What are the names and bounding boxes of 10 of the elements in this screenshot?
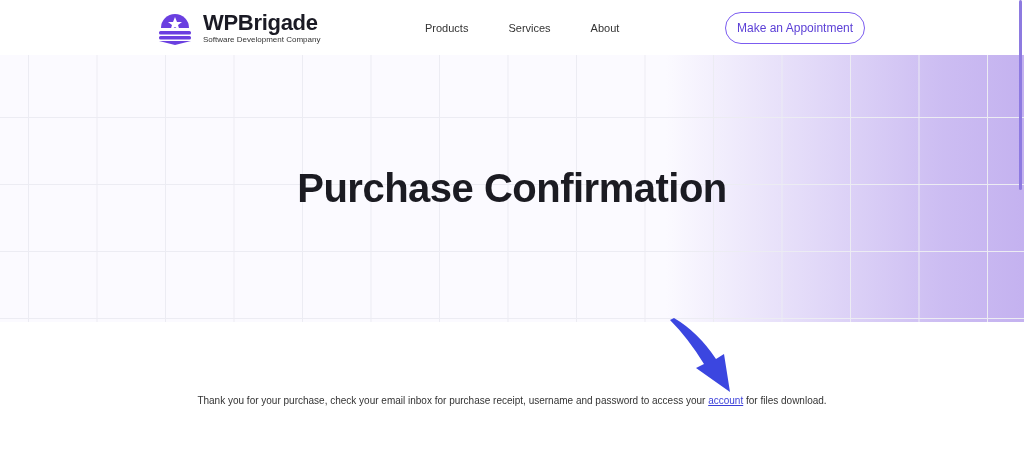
brand-tagline: Software Development Company [203, 34, 321, 45]
nav-link[interactable]: Services [508, 21, 551, 34]
nav-link[interactable]: About [590, 21, 620, 34]
account-link[interactable]: account [708, 395, 744, 406]
page-title: Purchase Confirmation [297, 166, 727, 211]
appointment-button[interactable]: Make an Appointment [725, 11, 866, 44]
brand-name: WPBrigade [203, 10, 319, 35]
nav-link[interactable]: Products [425, 21, 469, 34]
confirmation-message: Thank you for your purchase, check your email inbox for purchase receipt, username and password to access your account for files download. [196, 395, 828, 406]
scrollbar[interactable] [1019, 0, 1022, 190]
